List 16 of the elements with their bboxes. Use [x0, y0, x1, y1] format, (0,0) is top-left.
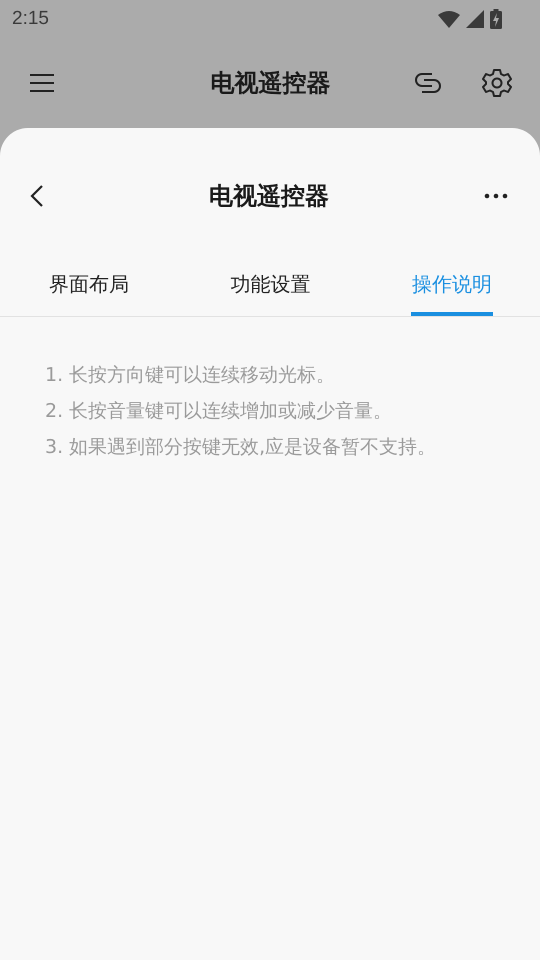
back-icon[interactable] — [30, 184, 44, 208]
signal-icon — [466, 10, 484, 28]
battery-icon — [490, 9, 502, 29]
app-title: 电视遥控器 — [210, 68, 330, 99]
more-icon[interactable] — [484, 193, 508, 199]
wifi-icon — [438, 10, 460, 28]
menu-icon[interactable] — [29, 73, 55, 93]
status-time: 2:15 — [12, 8, 49, 30]
tab[interactable]: 功能设置 — [230, 264, 312, 316]
instruction-text: 3. 如果遇到部分按键无效,应是设备暂不支持。 — [45, 435, 438, 459]
tab[interactable]: 界面布局 — [48, 264, 130, 316]
settings-icon[interactable] — [482, 68, 512, 98]
link-icon[interactable] — [412, 72, 444, 94]
instruction-text: 2. 长按音量键可以连续增加或减少音量。 — [45, 399, 394, 423]
instruction-text: 1. 长按方向键可以连续移动光标。 — [45, 363, 336, 387]
sheet-title: 电视遥控器 — [209, 181, 329, 212]
